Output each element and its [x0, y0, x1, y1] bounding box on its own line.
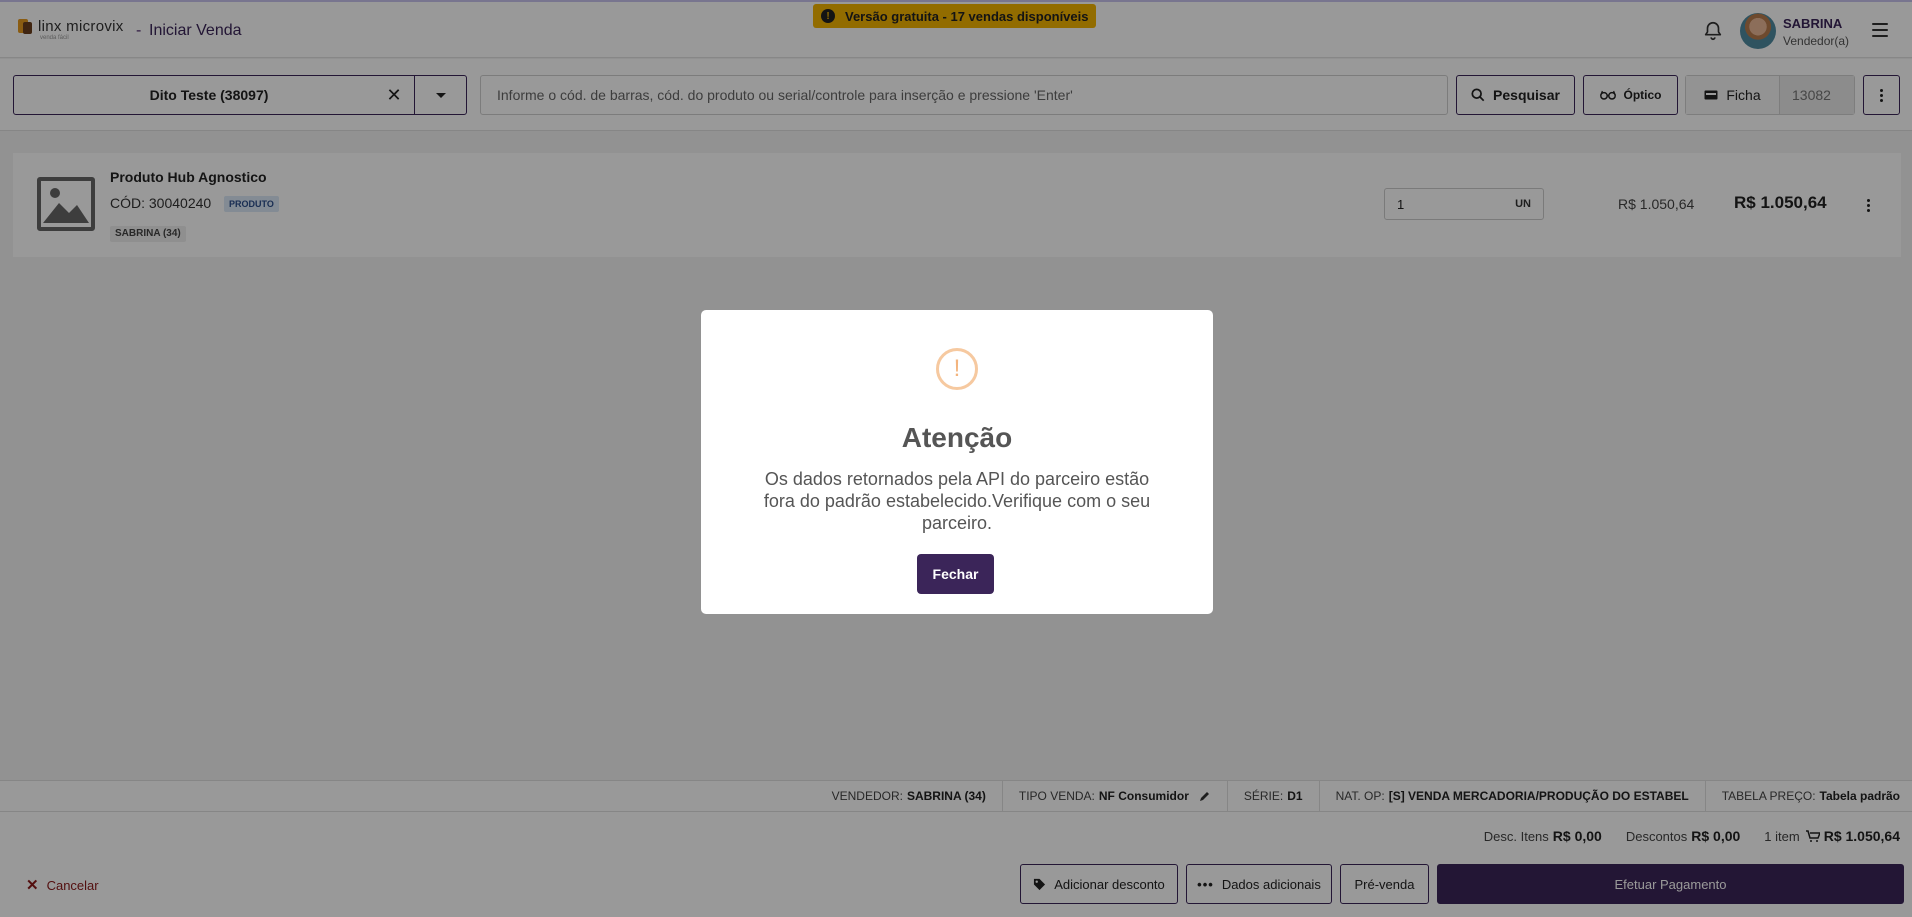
attention-dialog: ! Atenção Os dados retornados pela API d…	[701, 310, 1213, 614]
warning-icon: !	[936, 348, 978, 390]
dialog-title: Atenção	[901, 422, 1013, 453]
dialog-message: Os dados retornados pela API do parceiro…	[763, 469, 1151, 533]
close-dialog-button[interactable]: Fechar	[917, 554, 994, 594]
